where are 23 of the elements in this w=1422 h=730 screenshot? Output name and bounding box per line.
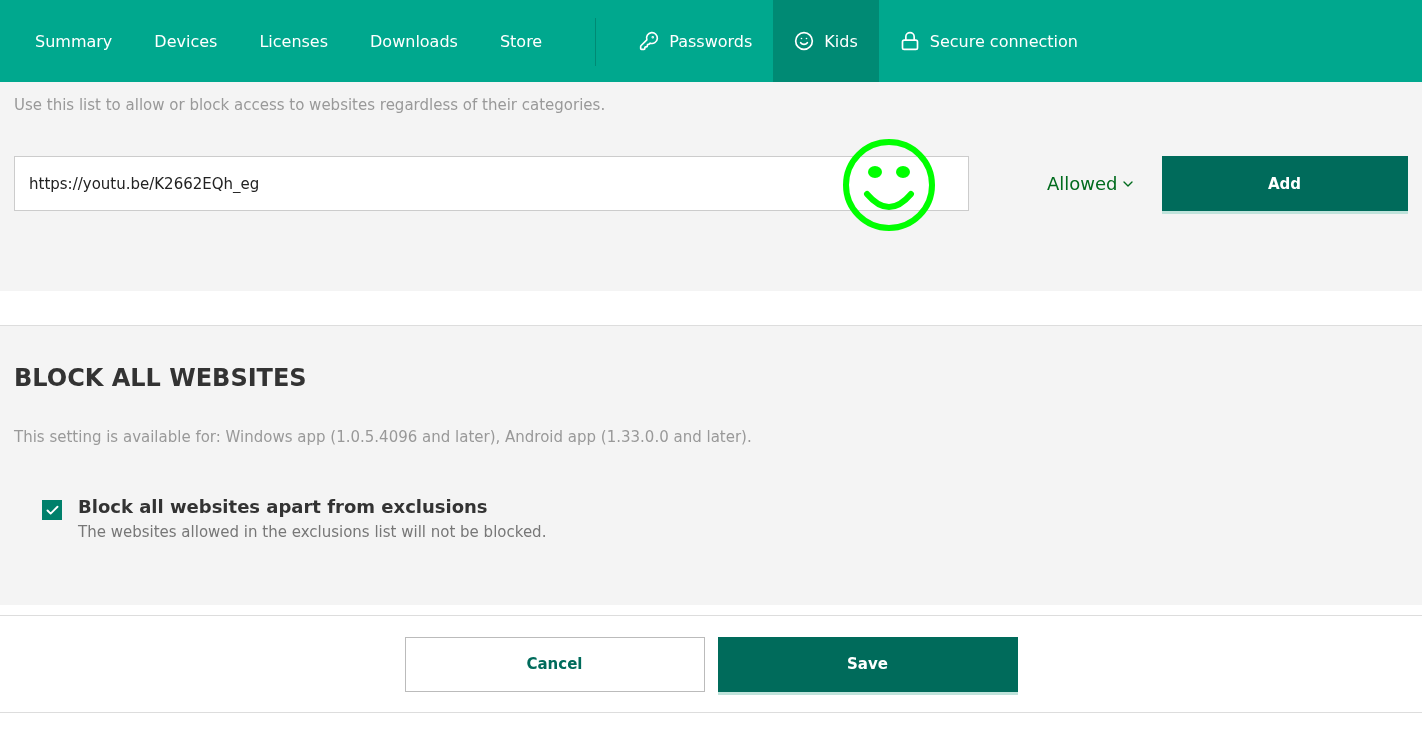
nav-tab[interactable]: Secure connection — [878, 0, 1099, 82]
save-button[interactable]: Save — [717, 636, 1018, 692]
nav-tab[interactable]: Summary — [14, 0, 134, 82]
availability-text: This setting is available for: Windows app (1.0.5.4096 and later), Android app (1.33.0.0 and later). — [14, 428, 753, 446]
nav-tab[interactable]: Downloads — [349, 0, 479, 82]
cancel-button[interactable]: Cancel — [404, 636, 705, 692]
url-input-field[interactable]: https://youtu.be/K2662EQh_eg — [14, 156, 969, 211]
nav-tab[interactable]: Passwords — [618, 0, 774, 82]
checkbox[interactable] — [42, 500, 62, 520]
lock-icon — [899, 31, 920, 51]
kid-face-icon — [794, 31, 815, 51]
checkbox-label: Block all websites apart from exclusions — [78, 496, 489, 517]
hint-text: Use this list to allow or block access to websites regardless of their categories. — [14, 96, 607, 114]
smiley-icon — [842, 138, 936, 232]
access-dropdown[interactable]: Allowed — [1047, 173, 1136, 194]
nav-tab[interactable]: Devices — [133, 0, 239, 82]
option-description: The websites allowed in the exclusions list will not be blocked. — [78, 523, 547, 541]
section-heading: BLOCK ALL WEBSITES — [14, 364, 308, 392]
nav-tab[interactable]: Licenses — [238, 0, 350, 82]
nav-tab[interactable]: Kids — [773, 0, 879, 82]
nav-tab[interactable]: Store — [478, 0, 564, 82]
key-icon — [639, 31, 660, 51]
add-button[interactable]: Add — [1161, 156, 1408, 211]
